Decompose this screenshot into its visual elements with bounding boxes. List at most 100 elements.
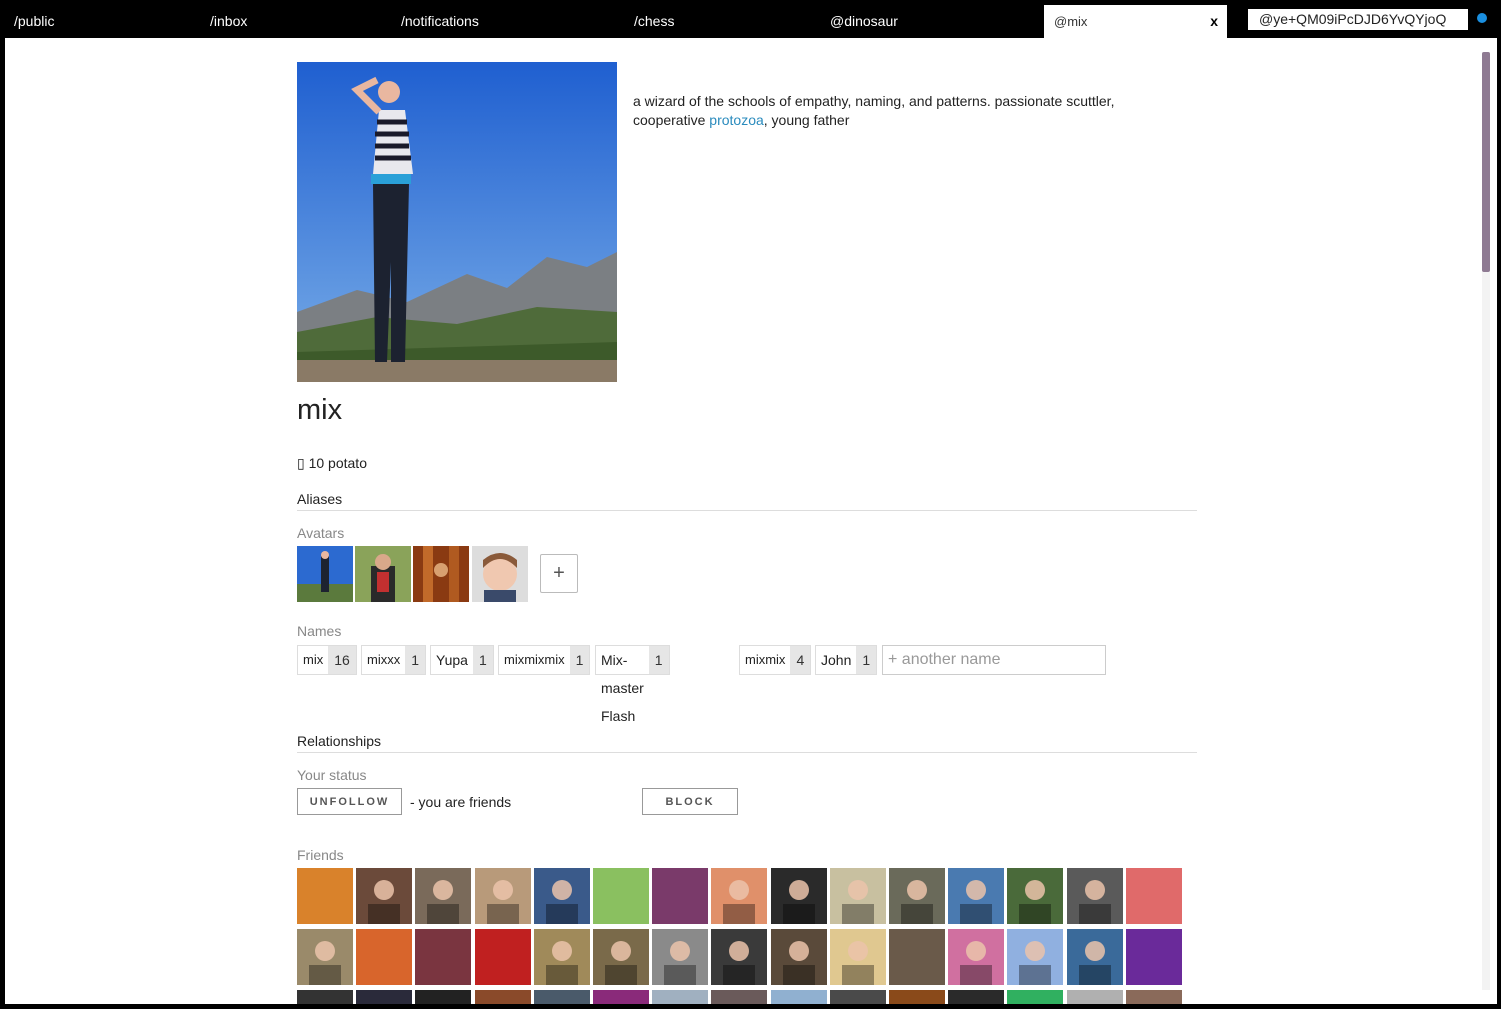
tab-inbox[interactable]: /inbox <box>210 5 247 38</box>
friend-avatar[interactable] <box>1066 868 1123 924</box>
block-button[interactable]: BLOCK <box>642 788 738 815</box>
add-avatar-button[interactable]: + <box>540 554 578 593</box>
name-chip[interactable]: mixxx 1 <box>361 645 427 675</box>
avatar-option[interactable] <box>297 546 353 602</box>
avatar-option[interactable] <box>413 546 469 602</box>
friend-avatar[interactable] <box>948 990 1005 1004</box>
connection-status-icon <box>1477 13 1487 23</box>
friend-avatar[interactable] <box>711 990 768 1004</box>
friend-avatar[interactable] <box>415 990 472 1004</box>
name-chip-label: mix <box>303 652 324 667</box>
tab-mix[interactable]: @mix x <box>1044 5 1227 38</box>
friend-avatar[interactable] <box>1007 929 1064 985</box>
friend-avatar[interactable] <box>1125 990 1182 1004</box>
close-tab-icon[interactable]: x <box>1210 5 1218 38</box>
name-chip-label: Yupa <box>436 652 468 668</box>
avatars-label: Avatars <box>297 525 345 541</box>
friend-avatar[interactable] <box>770 868 827 924</box>
friend-avatar[interactable] <box>770 929 827 985</box>
tab-public[interactable]: /public <box>14 5 54 38</box>
friend-avatar[interactable] <box>711 929 768 985</box>
friend-avatar[interactable] <box>356 868 413 924</box>
friend-avatar[interactable] <box>1125 929 1182 985</box>
friend-avatar[interactable] <box>474 868 531 924</box>
friend-avatar[interactable] <box>356 990 413 1004</box>
friend-avatar[interactable] <box>533 929 590 985</box>
friend-avatar[interactable] <box>593 990 649 1004</box>
friend-avatar[interactable] <box>1125 868 1182 924</box>
potato-count: ▯ 10 potato <box>297 455 367 471</box>
search-input[interactable]: @ye+QM09iPcDJD6YvQYjoQ <box>1248 9 1468 30</box>
friend-avatar[interactable] <box>533 868 590 924</box>
name-chip[interactable]: Mix-master Flash 1 <box>595 645 670 724</box>
avatar-option[interactable] <box>355 546 411 602</box>
friends-grid <box>297 868 1197 1004</box>
profile-panel: a wizard of the schools of empathy, nami… <box>5 38 1497 1004</box>
friend-avatar[interactable] <box>593 868 649 924</box>
name-chip-label: mixmixmix <box>504 652 565 667</box>
friend-avatar[interactable] <box>1007 868 1064 924</box>
bio-link-protozoa[interactable]: protozoa <box>709 112 763 128</box>
friend-avatar[interactable] <box>593 929 649 985</box>
friend-avatar[interactable] <box>948 868 1005 924</box>
friend-avatar[interactable] <box>1007 990 1064 1004</box>
name-chip-count: 1 <box>405 646 426 674</box>
bio-text-end: , young father <box>763 112 850 128</box>
names-label: Names <box>297 623 342 639</box>
relationships-heading: Relationships <box>297 733 1197 753</box>
name-chip-count: 1 <box>569 646 590 674</box>
aliases-heading: Aliases <box>297 491 1197 511</box>
name-chip-label: John <box>821 652 852 668</box>
friend-avatar[interactable] <box>474 990 531 1004</box>
friend-avatar[interactable] <box>1066 929 1123 985</box>
avatar-option[interactable] <box>472 546 528 602</box>
name-chip-count: 1 <box>856 646 877 674</box>
name-chip[interactable]: Yupa 1 <box>430 645 494 675</box>
friend-avatar[interactable] <box>889 990 945 1004</box>
name-chip[interactable]: John 1 <box>815 645 878 675</box>
friends-label: Friends <box>297 847 344 863</box>
name-chip-count: 4 <box>790 646 811 674</box>
friend-avatar[interactable] <box>948 929 1005 985</box>
another-name-input[interactable]: + another name <box>882 645 1106 675</box>
friend-avatar[interactable] <box>1066 990 1123 1004</box>
name-chip-label: mixmix <box>745 652 786 667</box>
bio-text: a wizard of the schools of empathy, nami… <box>633 93 1115 128</box>
tab-notifications[interactable]: /notifications <box>401 5 479 38</box>
unfollow-button[interactable]: UNFOLLOW <box>297 788 402 815</box>
scrollbar-thumb[interactable] <box>1482 52 1490 272</box>
friend-avatar[interactable] <box>297 990 353 1004</box>
friend-avatar[interactable] <box>415 929 472 985</box>
avatar-list <box>297 546 530 602</box>
friend-avatar[interactable] <box>652 868 709 924</box>
friend-avatar[interactable] <box>829 990 886 1004</box>
name-chip[interactable]: mixmix 4 <box>739 645 812 675</box>
friend-avatar[interactable] <box>652 929 709 985</box>
friend-avatar[interactable] <box>533 990 590 1004</box>
friend-avatar[interactable] <box>829 929 886 985</box>
tab-dinosaur[interactable]: @dinosaur <box>830 5 898 38</box>
profile-photo <box>297 62 617 382</box>
friend-avatar[interactable] <box>415 868 472 924</box>
friendship-status: - you are friends <box>410 794 512 810</box>
friend-avatar[interactable] <box>474 929 531 985</box>
tab-chess[interactable]: /chess <box>634 5 674 38</box>
friend-avatar[interactable] <box>356 929 413 985</box>
your-status-label: Your status <box>297 767 367 783</box>
friend-avatar[interactable] <box>889 929 945 985</box>
friend-avatar[interactable] <box>829 868 886 924</box>
friend-avatar[interactable] <box>297 868 353 924</box>
name-chip-label: Mix-master Flash <box>601 652 644 724</box>
name-chip[interactable]: mix 16 <box>297 645 357 675</box>
name-chip-count: 16 <box>328 646 356 674</box>
friend-avatar[interactable] <box>889 868 945 924</box>
tab-bar: /public /inbox /notifications /chess @di… <box>0 0 1501 38</box>
name-chip[interactable]: mixmixmix 1 <box>498 645 591 675</box>
friend-avatar[interactable] <box>770 990 827 1004</box>
name-chip-label: mixxx <box>367 652 401 667</box>
name-chip-count: 1 <box>648 646 669 674</box>
profile-bio: a wizard of the schools of empathy, nami… <box>633 92 1153 130</box>
friend-avatar[interactable] <box>711 868 768 924</box>
friend-avatar[interactable] <box>652 990 709 1004</box>
friend-avatar[interactable] <box>297 929 353 985</box>
